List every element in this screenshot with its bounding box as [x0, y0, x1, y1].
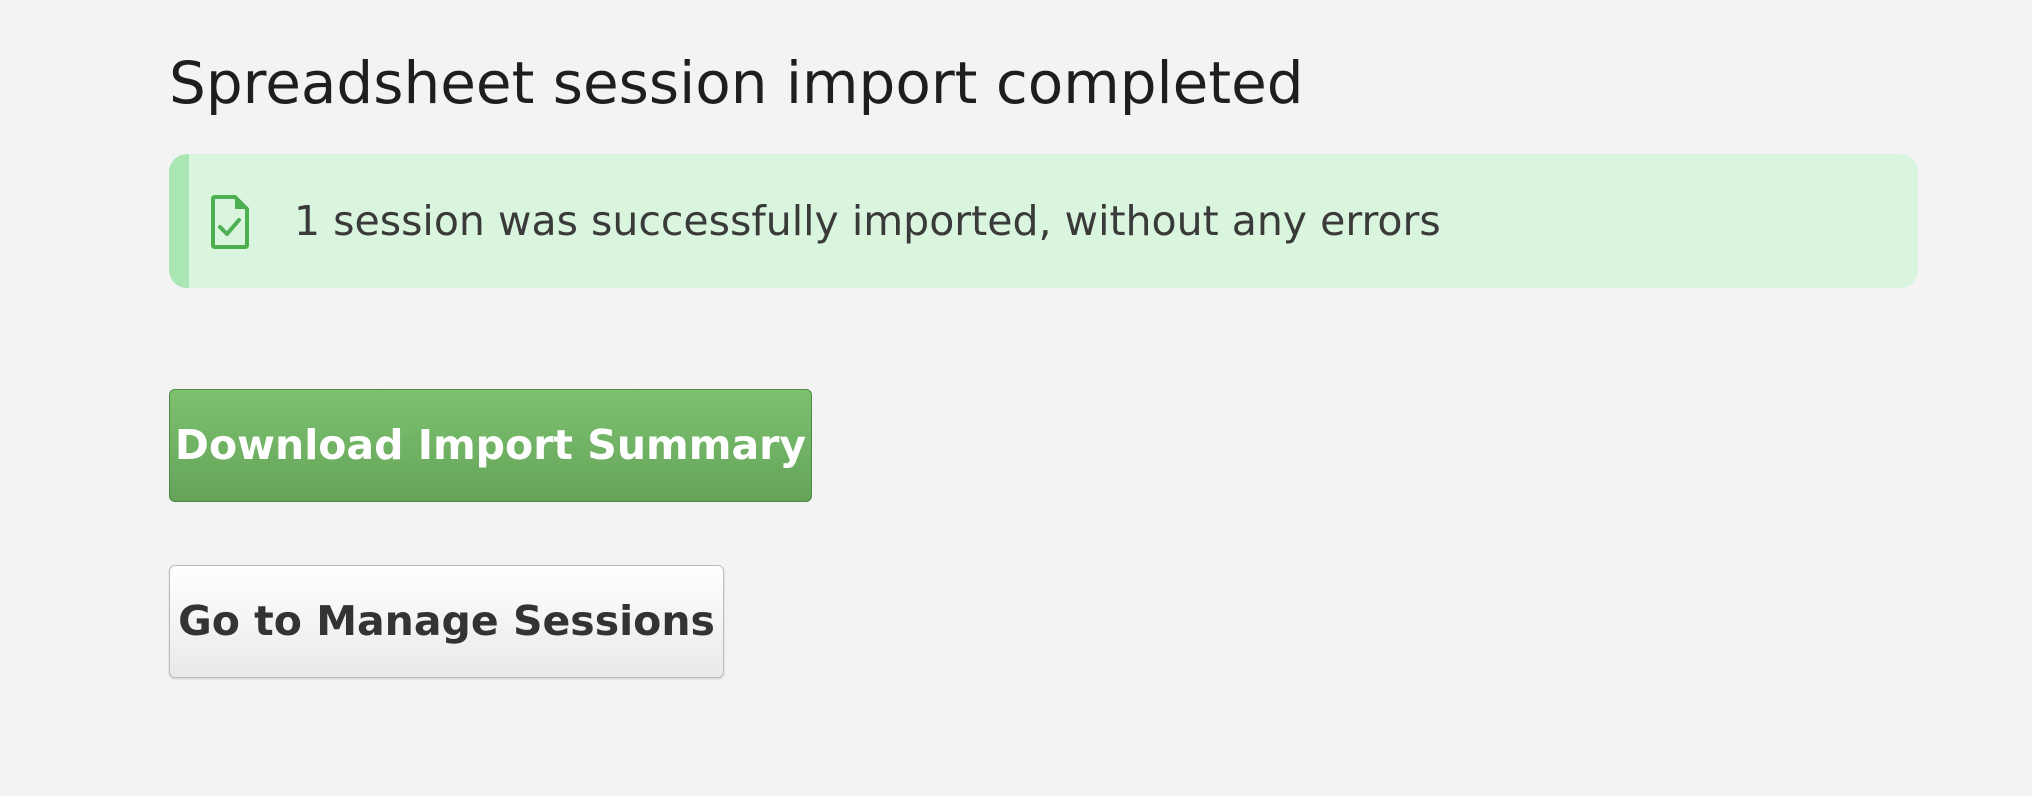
page-title: Spreadsheet session import completed [169, 49, 1304, 117]
download-import-summary-button[interactable]: Download Import Summary [169, 389, 812, 502]
alert-message: 1 session was successfully imported, wit… [294, 197, 1441, 245]
alert-accent-bar [169, 154, 189, 288]
success-alert: 1 session was successfully imported, wit… [169, 154, 1918, 288]
file-check-icon [209, 194, 251, 250]
go-to-manage-sessions-button[interactable]: Go to Manage Sessions [169, 565, 724, 678]
